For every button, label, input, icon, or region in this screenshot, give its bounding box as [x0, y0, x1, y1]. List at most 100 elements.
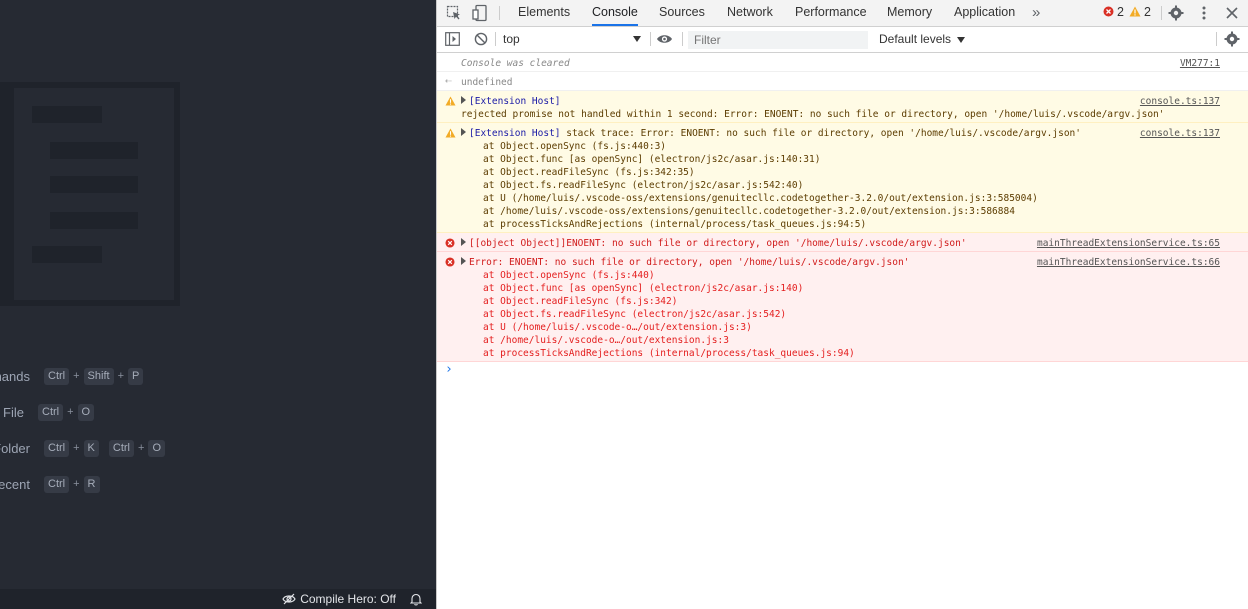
prompt-chevron-icon: ›	[445, 362, 453, 377]
error-count-icon	[1103, 6, 1114, 17]
key-cap: Ctrl	[44, 367, 70, 385]
expand-triangle-icon[interactable]	[461, 128, 466, 136]
devtools-tabbar: Elements Console Sources Network Perform…	[437, 0, 1248, 27]
result-arrow-icon: ⇠	[445, 74, 452, 87]
compile-hero-label: Compile Hero: Off	[300, 592, 396, 606]
tab-elements[interactable]: Elements	[518, 0, 570, 26]
key-cap: K	[83, 439, 99, 457]
source-link[interactable]: mainThreadExtensionService.ts:65	[1037, 237, 1220, 250]
bell-icon	[410, 593, 422, 605]
stack-frame: at U (/home/luis/.vscode-oss/extensions/…	[483, 193, 1038, 204]
shortcut-row[interactable]: Recent Ctrl+R	[0, 474, 100, 494]
context-value: top	[503, 32, 520, 46]
more-options-icon[interactable]	[1202, 5, 1206, 21]
error-icon	[445, 257, 455, 267]
context-selector[interactable]: top	[503, 30, 641, 48]
device-toolbar-icon[interactable]	[472, 4, 488, 22]
notifications-button[interactable]	[410, 593, 422, 606]
stack-trace: at Object.openSync (fs.js:440:3) at Objec…	[437, 140, 1248, 231]
key-cap: O	[148, 439, 165, 457]
close-icon[interactable]	[1226, 7, 1238, 19]
expand-triangle-icon[interactable]	[461, 257, 466, 265]
vscode-watermark-logo	[0, 82, 180, 306]
extension-host-tag: [Extension Host]	[469, 128, 561, 139]
stack-frame: at /home/luis/.vscode-oss/extensions/gen…	[483, 206, 1015, 217]
result-value: undefined	[461, 77, 513, 88]
error-text: [[object Object]]ENOENT: no such file or…	[469, 238, 967, 249]
console-prompt[interactable]: ›	[437, 362, 1248, 382]
tab-network[interactable]: Network	[727, 0, 773, 26]
source-link[interactable]: mainThreadExtensionService.ts:66	[1037, 256, 1220, 269]
warning-count[interactable]: 2	[1144, 0, 1151, 26]
plus-separator: +	[138, 442, 145, 454]
expand-triangle-icon[interactable]	[461, 238, 466, 246]
shortcut-row[interactable]: mandsCtrl+Shift+P	[0, 366, 144, 386]
filter-input[interactable]	[688, 31, 868, 49]
eye-off-icon	[282, 593, 296, 605]
expand-triangle-icon[interactable]	[461, 96, 466, 104]
console-error: Error: ENOENT: no such file or directory…	[437, 252, 1248, 362]
inspect-element-icon[interactable]	[446, 5, 462, 21]
stack-frame: at Object.openSync (fs.js:440:3)	[483, 141, 667, 152]
plus-separator: +	[73, 370, 80, 382]
compile-hero-status[interactable]: Compile Hero: Off	[282, 592, 396, 606]
key-cap: Ctrl	[108, 439, 134, 457]
status-bar: Compile Hero: Off	[0, 589, 436, 609]
console-warning: [Extension Host] rejected promise not ha…	[437, 91, 1248, 123]
warning-icon	[445, 128, 456, 138]
shortcut-label: Recent	[0, 476, 30, 492]
key-cap: P	[128, 367, 144, 385]
stack-frame: at U (/home/luis/.vscode-o…/out/extensio…	[483, 322, 752, 333]
stack-frame: at Object.func [as openSync] (electron/j…	[483, 154, 821, 165]
stack-trace: at Object.openSync (fs.js:440) at Object.…	[437, 269, 1248, 360]
error-icon	[445, 238, 455, 248]
warning-icon	[445, 96, 456, 106]
source-link[interactable]: console.ts:137	[1140, 127, 1220, 140]
console-message: Console was cleared VM277:1	[437, 53, 1248, 72]
warning-count-icon	[1129, 6, 1141, 17]
plus-separator: +	[73, 478, 80, 490]
key-cap: Ctrl	[44, 439, 70, 457]
tab-application[interactable]: Application	[954, 0, 1015, 26]
settings-gear-icon[interactable]	[1168, 5, 1184, 21]
log-levels-dropdown[interactable]: Default levels	[879, 31, 966, 47]
more-tabs-chevron-icon[interactable]: »	[1032, 0, 1040, 26]
console-warning: [Extension Host] stack trace: Error: ENO…	[437, 123, 1248, 233]
console-settings-gear-icon[interactable]	[1224, 31, 1240, 47]
shortcut-label: Folder	[0, 440, 30, 456]
stack-frame: at /home/luis/.vscode-o…/out/extension.j…	[483, 335, 729, 346]
tab-sources[interactable]: Sources	[659, 0, 705, 26]
console-messages: Console was cleared VM277:1 ⇠ undefined …	[437, 53, 1248, 382]
shortcut-row[interactable]: FolderCtrl+KCtrl+O	[0, 438, 165, 458]
error-text: Error: ENOENT: no such file or directory…	[469, 257, 910, 268]
stack-frame: at Object.fs.readFileSync (electron/js2c…	[483, 309, 787, 320]
shortcut-label: mands	[0, 368, 30, 384]
warning-text: stack trace: Error: ENOENT: no such file…	[560, 128, 1081, 139]
key-cap: R	[83, 475, 100, 493]
shortcut-row[interactable]: en File Ctrl+O	[0, 402, 95, 422]
plus-separator: +	[67, 406, 74, 418]
stack-frame: at Object.readFileSync (fs.js:342:35)	[483, 167, 695, 178]
key-cap: O	[77, 403, 95, 421]
sidebar-toggle-icon[interactable]	[445, 32, 460, 46]
editor-welcome-pane: mandsCtrl+Shift+Pen FileCtrl+OFolderCtrl…	[0, 0, 436, 609]
error-count[interactable]: 2	[1117, 0, 1124, 26]
key-cap: Shift	[83, 367, 114, 385]
shortcut-label: en File	[0, 404, 24, 420]
tab-memory[interactable]: Memory	[887, 0, 932, 26]
dropdown-arrow-icon	[957, 37, 966, 43]
key-cap: Ctrl	[38, 403, 64, 421]
tab-performance[interactable]: Performance	[795, 0, 867, 26]
stack-frame: at processTicksAndRejections (internal/p…	[483, 348, 855, 359]
log-levels-label: Default levels	[879, 32, 952, 46]
key-cap: Ctrl	[44, 475, 70, 493]
clear-console-icon[interactable]	[474, 32, 488, 46]
live-expression-eye-icon[interactable]	[656, 33, 673, 45]
source-link[interactable]: VM277:1	[1180, 57, 1220, 70]
console-toolbar: top Default levels	[437, 27, 1248, 53]
tab-console[interactable]: Console	[592, 0, 638, 26]
console-cleared-text: Console was cleared	[461, 58, 570, 69]
console-message: ⇠ undefined	[437, 72, 1248, 91]
source-link[interactable]: console.ts:137	[1140, 95, 1220, 108]
extension-host-tag: [Extension Host]	[469, 96, 561, 107]
